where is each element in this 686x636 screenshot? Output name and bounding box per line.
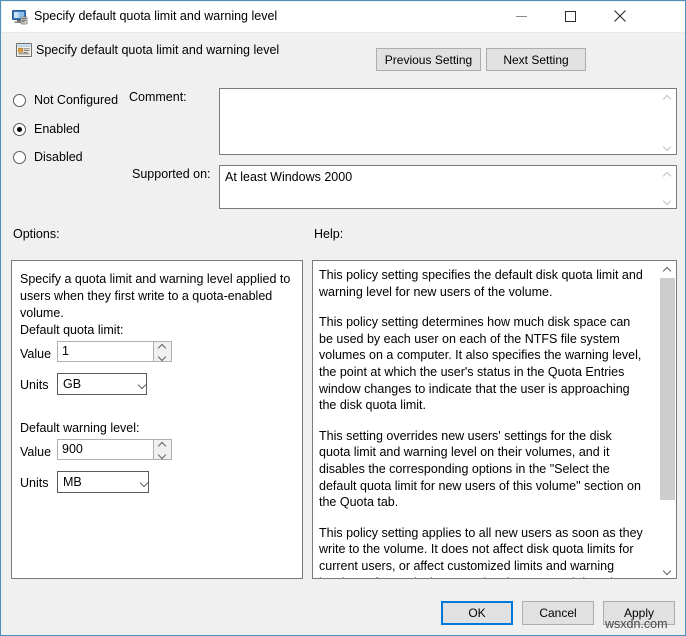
ok-button[interactable]: OK [441,601,513,625]
next-setting-button[interactable]: Next Setting [486,48,586,71]
help-paragraph: This setting overrides new users' settin… [319,428,641,510]
radio-enabled-label: Enabled [34,122,80,136]
title-bar: Specify default quota limit and warning … [2,2,685,33]
monitor-policy-icon [11,9,28,25]
options-panel: Specify a quota limit and warning level … [11,260,303,579]
quota-limit-value: 1 [62,344,69,358]
window-title: Specify default quota limit and warning … [34,9,278,23]
help-scroll-thumb[interactable] [660,278,675,500]
cancel-button[interactable]: Cancel [522,601,594,625]
quota-limit-units-value: GB [63,377,82,391]
help-paragraph: This policy setting determines how much … [319,315,642,413]
comment-scrollbar[interactable] [659,89,676,154]
options-label: Options: [13,227,60,241]
quota-limit-spin-buttons [153,342,171,361]
close-icon [613,10,626,22]
radio-circle-icon [13,150,26,164]
supported-on-scrollbar[interactable] [659,166,676,208]
quota-limit-value-stepper[interactable]: 1 [57,341,172,362]
previous-setting-button[interactable]: Previous Setting [376,48,481,71]
scroll-up-icon[interactable] [659,166,676,183]
minimize-icon [516,16,527,17]
help-scroll-track[interactable] [659,278,676,561]
maximize-button[interactable] [548,3,593,32]
default-quota-limit-label: Default quota limit: [20,323,124,337]
warning-level-units-value: MB [63,475,82,489]
radio-not-configured[interactable]: Not Configured [13,91,118,109]
options-description: Specify a quota limit and warning level … [20,272,291,320]
spin-up-icon[interactable] [154,342,171,352]
help-text: This policy setting specifies the defaul… [319,267,644,578]
spin-down-icon[interactable] [154,450,171,460]
policy-setting-icon [16,42,32,58]
comment-label: Comment: [129,90,187,104]
radio-not-configured-label: Not Configured [34,93,119,107]
spin-down-icon[interactable] [154,352,171,362]
help-scrollbar[interactable] [658,261,676,578]
scroll-down-button[interactable] [659,561,676,578]
default-warning-level-label: Default warning level: [20,421,140,435]
warning-value-label: Value [20,445,52,459]
scroll-up-icon[interactable] [659,89,676,106]
scroll-down-icon[interactable] [659,191,676,208]
supported-on-field: At least Windows 2000 [219,165,677,209]
radio-enabled[interactable]: Enabled [13,120,80,138]
help-paragraph: This policy setting specifies the defaul… [319,268,643,299]
warning-level-value-stepper[interactable]: 900 [57,439,172,460]
maximize-icon [565,11,576,22]
supported-on-value: At least Windows 2000 [225,170,353,184]
warning-level-value: 900 [62,442,83,456]
radio-circle-icon [13,93,26,107]
minimize-button[interactable] [499,3,544,32]
warning-level-units-select[interactable]: MB [57,471,149,493]
setting-title: Specify default quota limit and warning … [36,43,280,57]
help-panel: This policy setting specifies the defaul… [312,260,677,579]
help-paragraph: This policy setting applies to all new u… [319,525,643,578]
quota-limit-units-select[interactable]: GB [57,373,147,395]
quota-units-label: Units [20,378,49,392]
radio-disabled-label: Disabled [34,150,83,164]
spin-up-icon[interactable] [154,440,171,450]
warning-level-spin-buttons [153,440,171,459]
comment-input[interactable] [219,88,677,155]
supported-on-label: Supported on: [132,167,211,181]
help-label: Help: [314,227,344,241]
radio-disabled[interactable]: Disabled [13,148,83,166]
watermark: wsxdn.com [605,617,668,631]
scroll-up-button[interactable] [659,261,676,278]
scroll-down-icon[interactable] [659,137,676,154]
radio-circle-selected-icon [13,122,26,136]
warning-units-label: Units [20,476,49,490]
quota-value-label: Value [20,347,52,361]
close-button[interactable] [597,3,642,32]
policy-setting-dialog: Specify default quota limit and warning … [0,0,686,636]
